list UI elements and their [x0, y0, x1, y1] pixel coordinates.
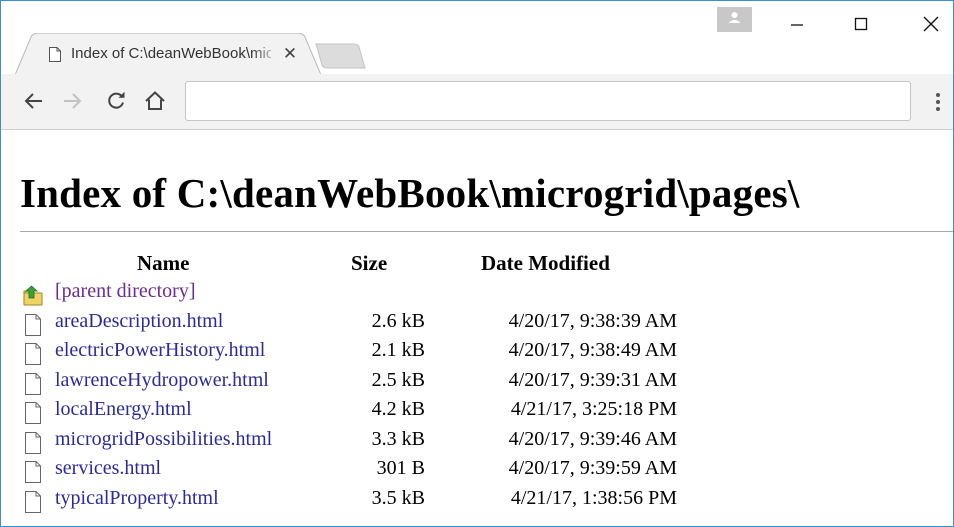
file-icon	[25, 343, 41, 365]
file-size: 2.5 kB	[371, 369, 425, 391]
file-link[interactable]: typicalProperty.html	[55, 487, 219, 510]
file-date: 4/20/17, 9:38:49 AM	[508, 339, 677, 361]
more-vert-icon[interactable]	[927, 90, 949, 114]
file-icon	[25, 402, 41, 424]
file-size: 2.6 kB	[371, 310, 425, 332]
browser-toolbar	[1, 74, 953, 130]
browser-tab[interactable]: Index of C:\deanWebBook\microgrid\pages\…	[15, 33, 321, 75]
parent-directory-link[interactable]: [parent directory]	[55, 280, 195, 303]
file-link[interactable]: microgridPossibilities.html	[55, 428, 272, 451]
file-size: 3.3 kB	[371, 428, 425, 450]
close-icon	[923, 16, 939, 32]
file-size: 3.5 kB	[371, 487, 425, 509]
file-size: 4.2 kB	[371, 398, 425, 420]
file-icon	[25, 461, 41, 483]
maximize-button[interactable]	[841, 9, 881, 39]
close-window-button[interactable]	[911, 9, 951, 39]
table-row: localEnergy.html 4.2 kB 4/21/17, 3:25:18…	[1, 397, 901, 426]
file-size: 2.1 kB	[371, 339, 425, 361]
file-icon	[25, 314, 41, 336]
page-content: Index of C:\deanWebBook\microgrid\pages\…	[1, 131, 953, 526]
forward-arrow-icon	[64, 93, 82, 109]
file-link[interactable]: areaDescription.html	[55, 310, 223, 333]
title-bar: Index of C:\deanWebBook\microgrid\pages\…	[1, 1, 953, 75]
new-tab-button[interactable]	[314, 43, 366, 69]
table-row: typicalProperty.html 3.5 kB 4/21/17, 1:3…	[1, 486, 901, 515]
tab-title-fade	[251, 41, 281, 65]
back-arrow-icon	[24, 93, 42, 109]
column-header-date[interactable]: Date Modified	[481, 251, 610, 276]
parent-directory-row: [parent directory]	[1, 279, 901, 308]
table-row: microgridPossibilities.html 3.3 kB 4/20/…	[1, 427, 901, 456]
page-icon	[49, 47, 61, 62]
divider	[20, 231, 953, 232]
file-date: 4/20/17, 9:39:31 AM	[508, 369, 677, 391]
home-icon	[145, 91, 165, 110]
tab-title: Index of C:\deanWebBook\microgrid\pages\	[71, 45, 271, 62]
file-date: 4/20/17, 9:38:39 AM	[508, 310, 677, 332]
column-header-size[interactable]: Size	[351, 251, 387, 276]
table-row: electricPowerHistory.html 2.1 kB 4/20/17…	[1, 338, 901, 367]
maximize-icon	[854, 17, 868, 31]
minimize-icon	[791, 24, 803, 26]
column-header-name[interactable]: Name	[137, 251, 189, 276]
folder-up-icon	[23, 285, 43, 306]
file-date: 4/21/17, 3:25:18 PM	[510, 398, 677, 420]
file-link[interactable]: lawrenceHydropower.html	[55, 369, 269, 392]
file-link[interactable]: services.html	[55, 457, 161, 480]
file-link[interactable]: localEnergy.html	[55, 398, 192, 421]
profile-button[interactable]	[717, 7, 752, 32]
address-bar[interactable]	[185, 81, 911, 121]
reload-icon	[108, 91, 125, 109]
table-row: areaDescription.html 2.6 kB 4/20/17, 9:3…	[1, 309, 901, 338]
file-icon	[25, 373, 41, 395]
profile-icon	[728, 12, 741, 23]
file-date: 4/21/17, 1:38:56 PM	[510, 487, 677, 509]
tab-close-icon[interactable]: ✕	[281, 44, 299, 64]
file-size: 301 B	[376, 457, 425, 479]
file-date: 4/20/17, 9:39:46 AM	[508, 428, 677, 450]
forward-button[interactable]	[59, 88, 85, 114]
minimize-button[interactable]	[777, 9, 817, 39]
table-row: lawrenceHydropower.html 2.5 kB 4/20/17, …	[1, 368, 901, 397]
reload-button[interactable]	[103, 88, 129, 114]
file-date: 4/20/17, 9:39:59 AM	[508, 457, 677, 479]
browser-window: Index of C:\deanWebBook\microgrid\pages\…	[0, 0, 954, 527]
file-link[interactable]: electricPowerHistory.html	[55, 339, 265, 362]
table-row: services.html 301 B 4/20/17, 9:39:59 AM	[1, 456, 901, 485]
back-button[interactable]	[21, 88, 47, 114]
page-title: Index of C:\deanWebBook\microgrid\pages\	[20, 170, 800, 216]
file-icon	[25, 432, 41, 454]
home-button[interactable]	[142, 88, 168, 114]
file-icon	[25, 491, 41, 513]
